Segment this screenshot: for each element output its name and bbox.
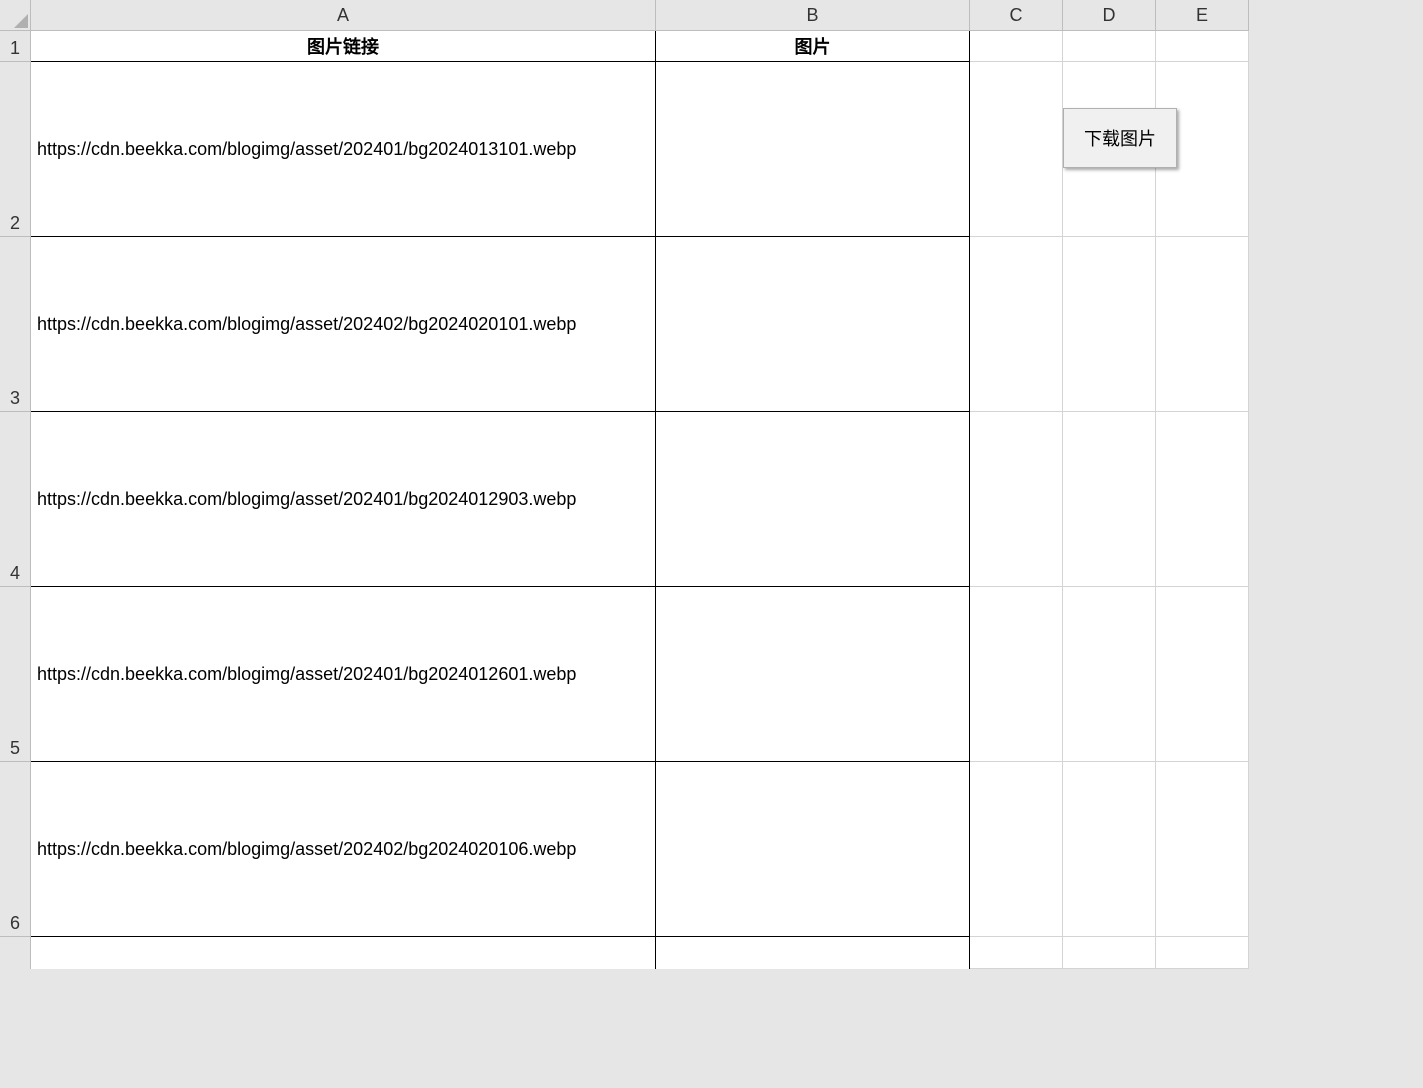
cell-E6[interactable] <box>1156 762 1249 937</box>
cell-A5[interactable]: https://cdn.beekka.com/blogimg/asset/202… <box>31 587 656 762</box>
cell-C7[interactable] <box>970 937 1063 969</box>
cell-E3[interactable] <box>1156 237 1249 412</box>
cell-C5[interactable] <box>970 587 1063 762</box>
select-all-corner[interactable] <box>0 0 31 31</box>
cell-D7[interactable] <box>1063 937 1156 969</box>
cell-C2[interactable] <box>970 62 1063 237</box>
cell-B1[interactable]: 图片 <box>656 31 970 62</box>
cell-B3[interactable] <box>656 237 970 412</box>
row-headers: 1 2 3 4 5 6 <box>0 31 31 969</box>
cell-E4[interactable] <box>1156 412 1249 587</box>
table-row <box>31 937 1249 969</box>
cell-E7[interactable] <box>1156 937 1249 969</box>
cell-C3[interactable] <box>970 237 1063 412</box>
cell-D3[interactable] <box>1063 237 1156 412</box>
cell-A7[interactable] <box>31 937 656 969</box>
table-row: https://cdn.beekka.com/blogimg/asset/202… <box>31 237 1249 412</box>
column-header-B[interactable]: B <box>656 0 970 31</box>
cell-D4[interactable] <box>1063 412 1156 587</box>
cell-A6[interactable]: https://cdn.beekka.com/blogimg/asset/202… <box>31 762 656 937</box>
row-header-6[interactable]: 6 <box>0 762 31 937</box>
select-all-triangle-icon <box>14 14 28 28</box>
row-header-1[interactable]: 1 <box>0 31 31 62</box>
cell-A3[interactable]: https://cdn.beekka.com/blogimg/asset/202… <box>31 237 656 412</box>
cell-C4[interactable] <box>970 412 1063 587</box>
cell-D5[interactable] <box>1063 587 1156 762</box>
row-header-3[interactable]: 3 <box>0 237 31 412</box>
table-row: https://cdn.beekka.com/blogimg/asset/202… <box>31 412 1249 587</box>
column-header-C[interactable]: C <box>970 0 1063 31</box>
cell-C1[interactable] <box>970 31 1063 62</box>
cell-C6[interactable] <box>970 762 1063 937</box>
row-header-5[interactable]: 5 <box>0 587 31 762</box>
cell-B7[interactable] <box>656 937 970 969</box>
cell-E5[interactable] <box>1156 587 1249 762</box>
column-header-A[interactable]: A <box>31 0 656 31</box>
row-header-2[interactable]: 2 <box>0 62 31 237</box>
row-header-4[interactable]: 4 <box>0 412 31 587</box>
column-headers: A B C D E <box>0 0 1249 31</box>
table-row: 图片链接 图片 <box>31 31 1249 62</box>
table-row: https://cdn.beekka.com/blogimg/asset/202… <box>31 587 1249 762</box>
cell-A1[interactable]: 图片链接 <box>31 31 656 62</box>
cell-B2[interactable] <box>656 62 970 237</box>
cell-A4[interactable]: https://cdn.beekka.com/blogimg/asset/202… <box>31 412 656 587</box>
download-images-button[interactable]: 下载图片 <box>1063 108 1177 168</box>
cell-D6[interactable] <box>1063 762 1156 937</box>
cell-B5[interactable] <box>656 587 970 762</box>
column-header-D[interactable]: D <box>1063 0 1156 31</box>
spreadsheet: A B C D E 1 2 3 4 5 6 图片链接 图片 https://cd… <box>0 0 1423 1088</box>
cell-grid: 图片链接 图片 https://cdn.beekka.com/blogimg/a… <box>31 31 1249 969</box>
cell-A2[interactable]: https://cdn.beekka.com/blogimg/asset/202… <box>31 62 656 237</box>
cell-B4[interactable] <box>656 412 970 587</box>
cell-B6[interactable] <box>656 762 970 937</box>
column-header-E[interactable]: E <box>1156 0 1249 31</box>
cell-E1[interactable] <box>1156 31 1249 62</box>
cell-D1[interactable] <box>1063 31 1156 62</box>
row-header-7[interactable] <box>0 937 31 969</box>
table-row: https://cdn.beekka.com/blogimg/asset/202… <box>31 762 1249 937</box>
